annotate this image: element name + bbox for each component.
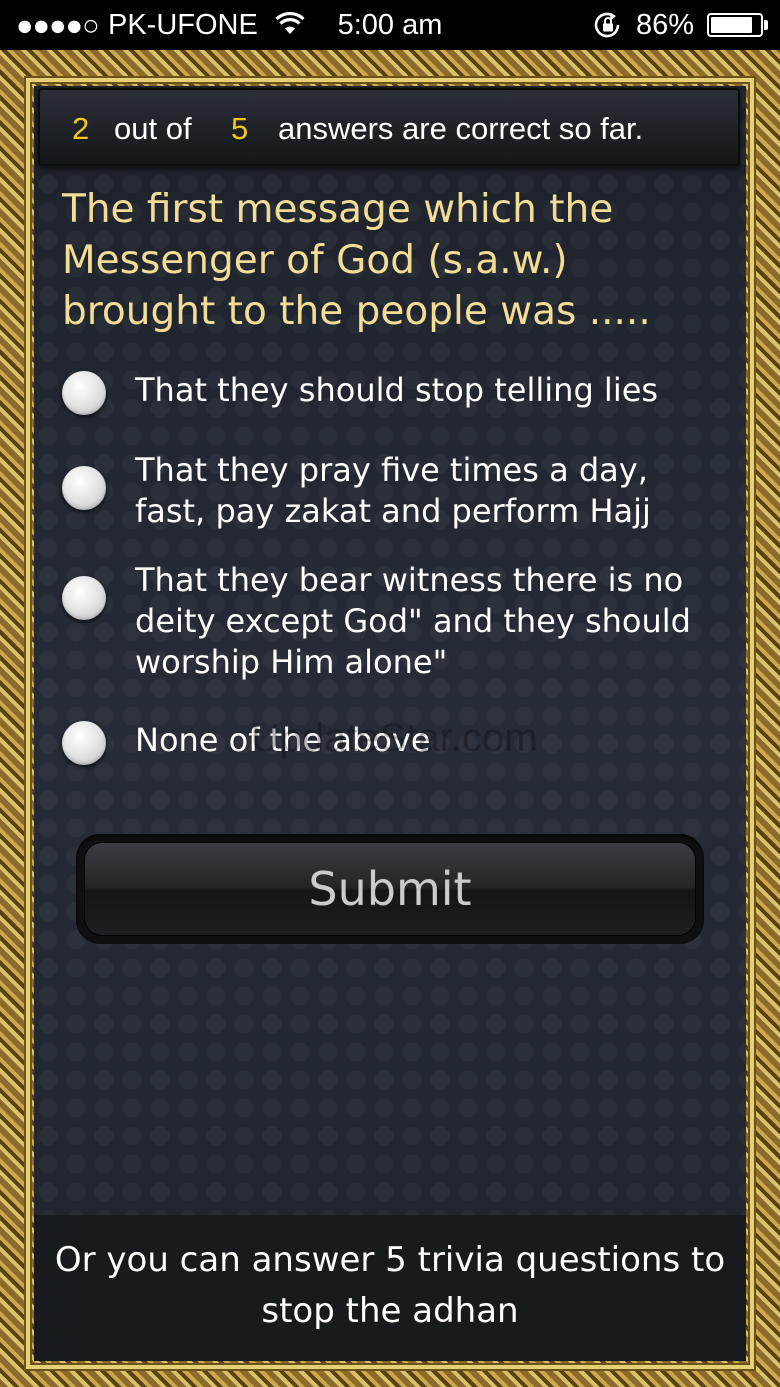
out-of-label: out of xyxy=(114,111,192,146)
option-label[interactable]: That they bear witness there is no deity… xyxy=(135,560,725,683)
status-bar: ●●●●○ PK-UFONE 5:00 am 86% xyxy=(0,0,780,50)
ornate-frame: 2 out of 5 answers are correct so far. T… xyxy=(0,50,780,1387)
radio-button[interactable] xyxy=(62,466,106,510)
battery-icon xyxy=(707,13,763,37)
score-suffix: answers are correct so far. xyxy=(278,111,644,146)
question-text: The first message which the Messenger of… xyxy=(62,187,651,334)
rotation-lock-icon xyxy=(594,12,620,38)
option-label[interactable]: That they should stop telling lies xyxy=(135,370,725,411)
submit-button[interactable]: Submit xyxy=(84,842,696,936)
total-count: 5 xyxy=(231,111,249,146)
footer-message: Or you can answer 5 trivia questions to … xyxy=(34,1215,746,1361)
radio-button[interactable] xyxy=(62,721,106,765)
score-bar: 2 out of 5 answers are correct so far. xyxy=(38,88,740,166)
radio-button[interactable] xyxy=(62,576,106,620)
battery-tip xyxy=(764,20,768,30)
battery-percentage: 86% xyxy=(636,9,695,41)
submit-button-well: Submit xyxy=(76,834,704,944)
quiz-panel: 2 out of 5 answers are correct so far. T… xyxy=(34,86,746,1361)
correct-count: 2 xyxy=(72,111,90,146)
option-label[interactable]: That they pray five times a day, fast, p… xyxy=(135,450,725,532)
watermark: UpdateStar.com xyxy=(250,716,538,760)
radio-button[interactable] xyxy=(62,371,106,415)
